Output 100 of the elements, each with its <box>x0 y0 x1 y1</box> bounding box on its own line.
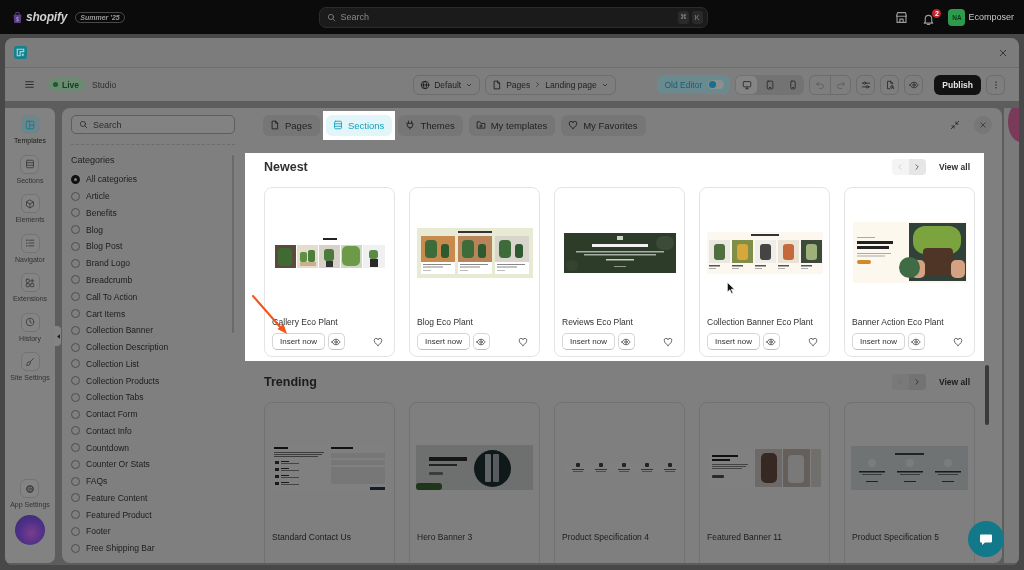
view-all-link[interactable]: View all <box>938 162 970 172</box>
undo-icon <box>815 79 826 90</box>
rows-icon <box>20 154 40 174</box>
heart-icon[interactable] <box>518 336 528 347</box>
bell-icon[interactable] <box>922 12 936 26</box>
category-label[interactable]: Countdown <box>86 442 129 453</box>
search-icon <box>79 120 88 129</box>
layout-icon <box>20 115 40 134</box>
insert-button[interactable]: Insert now <box>272 333 325 350</box>
category-label[interactable]: Featured Product <box>86 509 152 520</box>
heart-icon[interactable] <box>808 336 818 347</box>
category-label[interactable]: Collection Products <box>86 375 160 386</box>
eye-icon <box>331 336 342 347</box>
sliders-icon <box>860 79 871 90</box>
card-title: Product Specification 5 <box>851 532 940 543</box>
monitor-icon <box>741 79 752 90</box>
template-card[interactable]: Standard Contact Us <box>264 402 395 563</box>
view-all-link[interactable]: View all <box>938 377 970 387</box>
settings-icon <box>20 479 40 498</box>
category-label[interactable]: Collection Banner <box>86 325 154 336</box>
template-card[interactable]: Hero Banner 3 <box>409 402 540 563</box>
collapse-handle[interactable] <box>55 326 61 346</box>
heart-icon[interactable] <box>953 336 963 347</box>
template-card[interactable]: Featured Banner 11 <box>699 402 830 563</box>
cursor-icon <box>727 282 735 294</box>
library-tab[interactable]: Sections <box>325 114 393 136</box>
template-card[interactable]: Collection Banner Eco Plant Insert now <box>699 187 830 357</box>
category-label[interactable]: Collection Description <box>86 342 169 353</box>
library-tab[interactable]: My Favorites <box>561 114 646 136</box>
toggle-switch[interactable] <box>708 80 725 89</box>
search-icon <box>326 12 336 22</box>
preview-button[interactable] <box>904 74 924 95</box>
card-title: Banner Action Eco Plant <box>851 317 945 328</box>
close-button[interactable] <box>974 116 992 134</box>
template-card[interactable]: Product Specification 5 <box>844 402 975 563</box>
phone-icon <box>787 79 798 90</box>
heart-icon[interactable] <box>663 336 673 347</box>
section-heading: Newest <box>264 160 308 174</box>
template-card[interactable]: Reviews Eco Plant Insert now <box>554 187 685 357</box>
category-label[interactable]: Feature Content <box>86 492 148 503</box>
template-card[interactable]: Banner Action Eco Plant Insert now <box>844 187 975 357</box>
monitor-view-button[interactable] <box>736 75 758 94</box>
shopping-bag-icon <box>12 10 23 24</box>
page-dropdown[interactable]: Pages Landing page <box>485 74 616 95</box>
template-card[interactable]: Product Specification 4 <box>554 402 685 563</box>
insert-button[interactable]: Insert now <box>417 333 470 350</box>
insert-button[interactable]: Insert now <box>707 333 760 350</box>
chevron-right-icon <box>913 378 922 386</box>
heart-icon[interactable] <box>373 336 383 347</box>
collapse-icon[interactable] <box>950 120 960 130</box>
category-label[interactable]: Breadcrumb <box>86 274 133 285</box>
avatar-circle[interactable] <box>15 515 45 545</box>
publish-button[interactable]: Publish <box>934 74 981 95</box>
user-name[interactable]: Ecomposer <box>968 12 1014 22</box>
card-title: Blog Eco Plant <box>416 317 474 328</box>
category-label[interactable]: Footer <box>86 526 111 537</box>
category-label[interactable]: Blog <box>86 224 103 235</box>
template-card[interactable]: Blog Eco Plant Insert now <box>409 187 540 357</box>
category-label[interactable]: Brand Logo <box>86 258 130 269</box>
language-dropdown[interactable]: Default <box>413 74 481 95</box>
close-icon[interactable] <box>998 47 1008 58</box>
insert-button[interactable]: Insert now <box>562 333 615 350</box>
library-tab[interactable]: My templates <box>468 114 556 136</box>
category-label[interactable]: Call To Action <box>86 291 138 302</box>
adjust-button[interactable] <box>856 74 876 95</box>
category-label[interactable]: Collection Tabs <box>86 392 144 403</box>
category-label[interactable]: Contact Info <box>86 425 132 436</box>
category-label[interactable]: Article <box>86 191 110 202</box>
scrollbar-thumb[interactable] <box>985 365 989 425</box>
chevron-right-icon <box>534 81 542 88</box>
category-label[interactable]: Cart Items <box>86 308 126 319</box>
menu-icon[interactable] <box>24 79 35 90</box>
more-button[interactable] <box>986 74 1005 95</box>
page-search-button[interactable] <box>880 74 900 95</box>
card-title: Reviews Eco Plant <box>561 317 634 328</box>
status-dot-icon <box>53 82 58 87</box>
brand-wordmark[interactable]: shopify <box>26 10 68 24</box>
library-tab[interactable]: Themes <box>398 114 463 136</box>
category-label[interactable]: All categories <box>86 174 138 185</box>
category-label[interactable]: Free Shipping Bar <box>86 543 155 554</box>
close-icon <box>979 121 987 129</box>
chevron-left-icon <box>896 163 905 171</box>
category-label[interactable]: Blog Post <box>86 241 123 252</box>
eye-icon <box>766 336 777 347</box>
category-label[interactable]: Collection List <box>86 358 139 369</box>
category-label[interactable]: Contact Form <box>86 409 138 420</box>
eye-icon <box>908 79 919 90</box>
category-label[interactable]: Benefits <box>86 207 117 218</box>
chevron-right-icon <box>913 163 922 171</box>
insert-button[interactable]: Insert now <box>852 333 905 350</box>
brush-icon <box>20 352 40 371</box>
category-label[interactable]: FAQs <box>86 476 108 487</box>
plug-icon <box>405 120 416 130</box>
store-icon[interactable] <box>895 10 909 24</box>
redo-icon <box>835 79 846 90</box>
eye-icon <box>621 336 632 347</box>
library-tab[interactable]: Pages <box>263 114 320 136</box>
category-search-field[interactable]: Search <box>71 115 235 134</box>
category-label[interactable]: Counter Or Stats <box>86 459 150 470</box>
radio-button[interactable] <box>71 174 80 184</box>
